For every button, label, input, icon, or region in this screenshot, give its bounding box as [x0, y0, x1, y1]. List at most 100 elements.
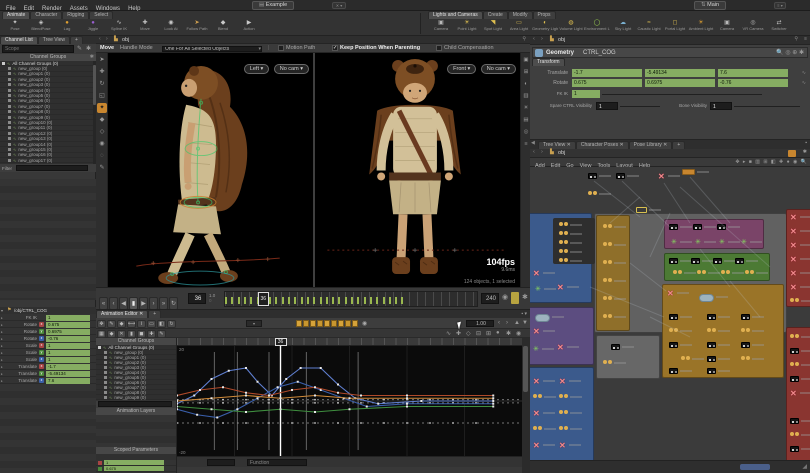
node-chip[interactable] [741, 314, 750, 320]
network-box-gray-lower[interactable] [596, 335, 660, 379]
forward-icon[interactable]: › [541, 149, 543, 155]
node-chip[interactable] [707, 368, 716, 374]
node-dots[interactable] [790, 334, 794, 338]
node-dots[interactable] [741, 356, 745, 360]
scale-tool-icon[interactable]: ◱ [97, 91, 107, 101]
motion-path-checkbox[interactable]: Motion Path [278, 44, 315, 53]
current-frame-marker[interactable]: 36 [257, 292, 269, 306]
node-dots[interactable] [721, 270, 725, 274]
shelf-tool-environment-light[interactable]: ◯Environment Light [584, 19, 610, 36]
node-bone[interactable]: ✕ [790, 214, 797, 222]
network-options-icon[interactable]: ✱ [803, 149, 807, 155]
viewport-left-view[interactable]: Left ▾ No cam ▾ [108, 53, 313, 287]
shelf-tab-lights-and-cameras[interactable]: Lights and Cameras [428, 11, 483, 19]
scoped-path-row[interactable]: ▾ ⚑ /obj/CTRL_COG [0, 307, 96, 314]
node-dots[interactable] [603, 314, 607, 318]
param-expand-icon[interactable]: ▸ [1, 379, 3, 383]
param-value-field[interactable]: 1 [46, 356, 90, 363]
playback-speed-field[interactable]: 1.0 0 [209, 293, 221, 304]
anim-tool-icon[interactable]: ↻ [167, 319, 176, 328]
viewport-path[interactable]: obj [122, 36, 129, 44]
scoped-param-row[interactable]: ▸ Rotate y 0.6975 [0, 328, 96, 335]
node-chip[interactable] [741, 342, 750, 348]
node-dots[interactable] [559, 258, 563, 262]
shelf-tool-look-at[interactable]: ◉ Look At [158, 19, 184, 36]
node-bone[interactable]: ✕ [658, 173, 665, 181]
anim-tool-icon[interactable]: ◆ [117, 319, 126, 328]
node-bone[interactable]: ✕ [533, 410, 540, 418]
scoped-param-row[interactable]: ▸ Translate x -1.7 [0, 363, 96, 370]
network-box-red-upper[interactable]: ✕ ✕ ✕ ✕ ✕ ✕ [786, 209, 810, 307]
scoped-param-row[interactable]: ▸ Rotate x 0.675 [0, 321, 96, 328]
tab-transform[interactable]: Transform [532, 58, 565, 66]
shelf-tool-move[interactable]: ✚ Move [132, 19, 158, 36]
anim-tool-icon[interactable]: Ⅰ [137, 319, 146, 328]
anim-tool-icon[interactable]: ✥ [97, 319, 106, 328]
node-dots[interactable] [559, 231, 563, 235]
snapshot-icon[interactable] [788, 150, 796, 157]
anim-edit-icon[interactable]: ▮ [127, 330, 136, 338]
range-end-field[interactable]: 240 [481, 293, 499, 304]
node-chip[interactable] [611, 344, 620, 350]
shelf-tool-action[interactable]: ▶ Action [236, 19, 262, 36]
anim-edit-icon[interactable]: ✚ [147, 330, 156, 338]
key-function-button[interactable] [331, 320, 337, 327]
shelf-tab-select[interactable]: Select [89, 11, 114, 19]
select-tool-icon[interactable]: ➤ [97, 55, 107, 65]
anim-view-icon[interactable]: ⊞ [486, 330, 491, 337]
node-dots[interactable] [603, 260, 607, 264]
node-chip[interactable] [713, 258, 722, 264]
node-dots[interactable] [603, 224, 607, 228]
node-dots[interactable] [559, 394, 563, 398]
camera-menu-button[interactable]: No cam ▾ [273, 64, 309, 74]
param-expand-icon[interactable]: ▸ [1, 365, 3, 369]
node-chip[interactable] [735, 258, 744, 264]
anim-view-icon[interactable]: ✱ [506, 330, 511, 337]
network-graph-canvas[interactable]: ✕ ✳ ✕ ✳ ✳ ✳ ✳ ✕ ✕ ✕ ✕ ✕ ✕ ✕ ✕ ✳ ✕ ✕ ✕ ✕ ✕ ✕ ✕ ✕ [530, 167, 810, 460]
anim-view-icon[interactable]: ● [496, 330, 500, 336]
handle-mode-label[interactable]: Handle Mode [120, 44, 153, 53]
node-amber[interactable] [682, 169, 695, 175]
shelf-tool-geometry-light[interactable]: ◐ Geometry Light [532, 19, 558, 36]
anim-view-icon[interactable]: ∿ [446, 330, 451, 337]
snapshot-icon[interactable]: ◎ [522, 128, 530, 137]
shelf-tool-follow-path[interactable]: ➤ Follow Path [184, 19, 210, 36]
anim-tool-icon[interactable]: ◧ [157, 319, 166, 328]
node-dots[interactable] [559, 410, 563, 414]
node-bone[interactable]: ✕ [533, 442, 540, 450]
key-function-button[interactable] [317, 320, 323, 327]
display-options-icon[interactable]: ≡ [522, 140, 530, 149]
param-value-field[interactable]: 0.6975 [46, 328, 90, 335]
add-tab-button[interactable]: + [70, 36, 83, 44]
handle-scope-dropdown[interactable]: One For All Selected Objects ▾ [162, 45, 262, 52]
graph-value-field[interactable]: 1.00 [466, 320, 494, 327]
shelf-tool-pose[interactable]: ✦ Pose [2, 19, 28, 36]
node-bone[interactable]: ✕ [533, 378, 540, 386]
node-dots[interactable] [559, 249, 563, 253]
node-star[interactable]: ✳ [741, 239, 747, 246]
collapse-arrow-icon[interactable]: ▾ [1, 308, 3, 313]
spare-visibility-track[interactable] [620, 105, 660, 107]
bone-visibility-field[interactable]: 1 [710, 102, 732, 110]
anim-view-icon[interactable]: ⊟ [476, 330, 481, 337]
anim-edit-icon[interactable]: ◼ [137, 330, 146, 338]
node-star[interactable]: ✳ [671, 239, 677, 246]
node-bone[interactable]: ✕ [790, 270, 797, 278]
node-dots[interactable] [681, 356, 685, 360]
scoped-param-row[interactable]: ▸ Rotate z -0.76 [0, 335, 96, 342]
network-box-purple-lower[interactable]: ✕ ✳ ✕ [530, 307, 594, 365]
node-bone[interactable]: ✕ [557, 344, 564, 352]
param-value-field[interactable]: -5.49134 [46, 370, 90, 377]
shelf-tab-props[interactable]: Props [532, 11, 556, 19]
param-expand-icon[interactable]: ▸ [1, 316, 3, 320]
add-tab-button[interactable]: + [148, 310, 162, 318]
tab-animation-editor[interactable]: Animation Editor ✕ [96, 310, 149, 318]
key-function-button[interactable] [296, 320, 302, 327]
node-dots[interactable] [588, 191, 592, 195]
anim-tool-icon[interactable]: ✎ [107, 319, 116, 328]
key-function-button[interactable] [338, 320, 344, 327]
channel-group-row[interactable]: ∿ new_group17 (0) [0, 158, 93, 164]
forward-icon[interactable]: › [106, 36, 108, 42]
node-chip[interactable] [669, 342, 678, 348]
footer-function-field[interactable]: Function [247, 459, 307, 466]
